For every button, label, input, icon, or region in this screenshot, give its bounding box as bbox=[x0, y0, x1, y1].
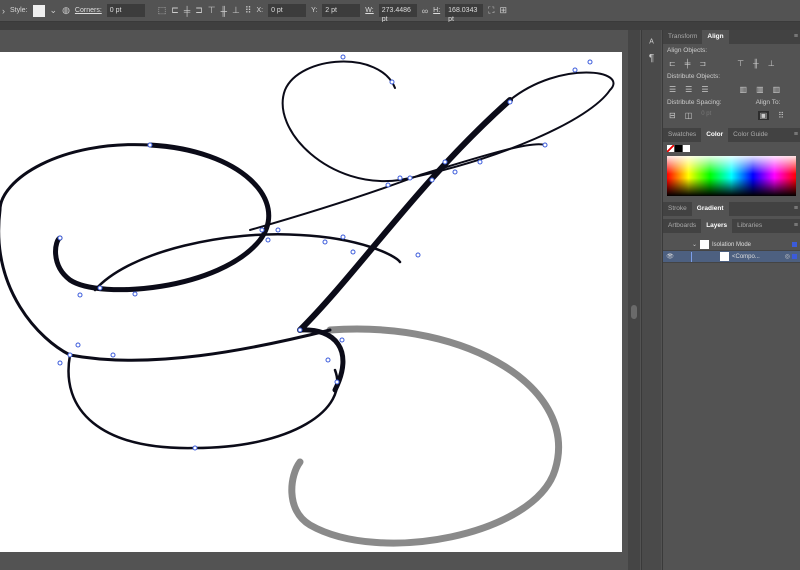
h-input[interactable]: 168.0343 pt bbox=[445, 4, 484, 23]
tab-color-guide[interactable]: Color Guide bbox=[728, 128, 773, 142]
chevron-down-icon[interactable]: ⌄ bbox=[50, 5, 58, 16]
tab-artboards[interactable]: Artboards bbox=[663, 219, 701, 233]
distribute-objects-buttons[interactable]: ☰ ☰ ☰ ▥ ▥ ▥ bbox=[663, 83, 800, 96]
align-panel-tabs: Transform Align ≡ bbox=[663, 30, 800, 44]
paragraph-styles-icon[interactable]: ¶ bbox=[642, 53, 661, 64]
corners-input[interactable]: 0 pt bbox=[106, 4, 145, 17]
style-label: Style: bbox=[10, 7, 28, 14]
distribute-horizontal-space-icon[interactable]: ◫ bbox=[685, 111, 693, 120]
x-input[interactable]: 0 pt bbox=[268, 4, 307, 17]
gradient-panel-tabs: Stroke Gradient ≡ bbox=[663, 202, 800, 216]
recolor-icon[interactable]: ◍ bbox=[62, 5, 70, 16]
align-bottom-icon[interactable]: ⊥ bbox=[232, 5, 240, 16]
tab-libraries[interactable]: Libraries bbox=[732, 219, 767, 233]
expand-chevron-icon[interactable]: ⌄ bbox=[663, 241, 697, 248]
panel-menu-icon[interactable]: ≡ bbox=[794, 222, 798, 229]
tab-transform[interactable]: Transform bbox=[663, 30, 702, 44]
black-swatch[interactable] bbox=[675, 145, 682, 152]
panel-menu-icon[interactable]: ≡ bbox=[794, 33, 798, 40]
align-middle-icon[interactable]: ╫ bbox=[221, 6, 227, 16]
w-label: W: bbox=[365, 7, 374, 14]
fill-stroke-swatches[interactable] bbox=[663, 142, 800, 152]
canvas[interactable] bbox=[0, 30, 628, 570]
white-swatch[interactable] bbox=[683, 145, 690, 152]
anchor-points[interactable] bbox=[57, 54, 593, 451]
artwork[interactable] bbox=[0, 30, 628, 570]
x-label: X: bbox=[256, 7, 264, 14]
align-left-icon[interactable]: ⊏ bbox=[171, 5, 179, 16]
panel-menu-icon[interactable]: ≡ bbox=[794, 205, 798, 212]
vertical-scrollbar[interactable] bbox=[628, 30, 640, 570]
layer-name: Isolation Mode bbox=[712, 241, 752, 248]
layer-thumbnail bbox=[700, 240, 709, 249]
layer-row[interactable]: ⌄ Isolation Mode bbox=[663, 239, 800, 251]
document-tab-bar bbox=[0, 22, 800, 30]
spacing-input[interactable]: 0 pt bbox=[701, 111, 711, 120]
tab-layers[interactable]: Layers bbox=[701, 219, 733, 233]
align-to-selection-icon[interactable]: ⠿ bbox=[778, 111, 784, 120]
collapsed-panel-strip: ᴬ ¶ bbox=[641, 30, 661, 570]
align-center-icon[interactable]: ╪ bbox=[184, 6, 190, 16]
character-icon[interactable]: ᴬ bbox=[642, 38, 661, 49]
shape-icon[interactable]: ⬚ bbox=[158, 5, 167, 16]
tab-stroke[interactable]: Stroke bbox=[663, 202, 692, 216]
shadow-swash bbox=[288, 325, 563, 547]
chevron-right-icon[interactable]: › bbox=[2, 6, 5, 16]
align-objects-label: Align Objects: bbox=[667, 47, 708, 54]
tab-color[interactable]: Color bbox=[701, 128, 729, 142]
layers-panel-tabs: Artboards Layers Libraries ≡ bbox=[663, 219, 800, 233]
tab-gradient[interactable]: Gradient bbox=[691, 202, 729, 216]
control-bar: › Style: ⌄ ◍ Corners: 0 pt ⬚ ⊏ ╪ ⊐ ⊤ ╫ ⊥… bbox=[0, 0, 800, 23]
align-top-icon[interactable]: ⊤ bbox=[208, 5, 216, 16]
y-label: Y: bbox=[311, 7, 318, 14]
corners-label: Corners: bbox=[74, 7, 102, 14]
align-to-label: Align To: bbox=[755, 99, 781, 106]
panel-menu-icon[interactable]: ≡ bbox=[794, 131, 798, 138]
tab-align[interactable]: Align bbox=[702, 30, 729, 44]
style-swatch[interactable] bbox=[32, 4, 45, 17]
scrollbar-thumb[interactable] bbox=[631, 305, 637, 319]
align-to-artboard-icon[interactable]: ▣ bbox=[757, 111, 770, 120]
link-icon[interactable]: ∞ bbox=[422, 6, 428, 16]
letter-a bbox=[0, 60, 615, 450]
reference-point-icon[interactable]: ⠿ bbox=[245, 5, 252, 16]
distribute-objects-label: Distribute Objects: bbox=[667, 73, 721, 80]
panel-dock: Transform Align ≡ Align Objects: ⊏ ╪ ⊐ ⊤ ╫ ⊥ … bbox=[662, 30, 800, 570]
target-icon[interactable] bbox=[792, 242, 797, 247]
w-input[interactable]: 273.4486 pt bbox=[378, 4, 417, 23]
distribute-vertical-space-icon[interactable]: ⊟ bbox=[669, 111, 676, 120]
isolate-icon[interactable]: ⊞ bbox=[499, 5, 507, 16]
tab-swatches[interactable]: Swatches bbox=[663, 128, 701, 142]
layer-thumbnail bbox=[720, 252, 729, 261]
color-spectrum[interactable] bbox=[667, 156, 796, 196]
transform-icon[interactable]: ⛶ bbox=[488, 5, 494, 16]
selection-indicator[interactable] bbox=[792, 254, 797, 259]
color-panel-tabs: Swatches Color Color Guide ≡ bbox=[663, 128, 800, 142]
visibility-eye-icon[interactable]: 👁 bbox=[663, 253, 677, 260]
align-right-icon[interactable]: ⊐ bbox=[195, 5, 203, 16]
none-swatch[interactable] bbox=[667, 145, 674, 152]
align-objects-buttons[interactable]: ⊏ ╪ ⊐ ⊤ ╫ ⊥ bbox=[663, 57, 800, 70]
layer-row[interactable]: 👁 <Compo... ◎ bbox=[663, 251, 800, 263]
layer-name: <Compo... bbox=[732, 253, 760, 260]
h-label: H: bbox=[433, 7, 441, 14]
y-input[interactable]: 2 pt bbox=[322, 4, 361, 17]
target-icon[interactable]: ◎ bbox=[785, 253, 790, 260]
distribute-spacing-label: Distribute Spacing: bbox=[667, 99, 722, 106]
